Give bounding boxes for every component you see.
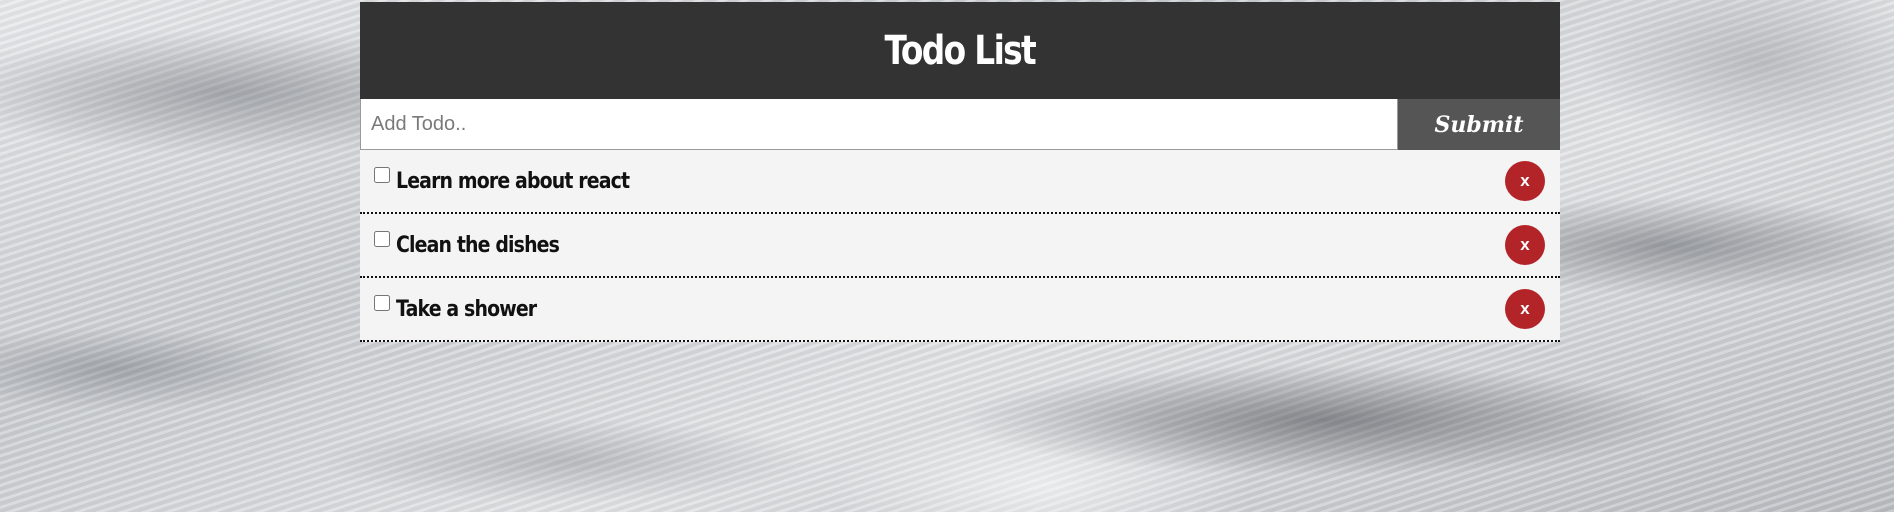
todo-item: Learn more about react x bbox=[360, 150, 1560, 214]
todo-checkbox[interactable] bbox=[374, 295, 390, 311]
app-header: Todo List bbox=[360, 2, 1560, 99]
delete-todo-button[interactable]: x bbox=[1505, 289, 1545, 329]
page-title: Todo List bbox=[884, 27, 1037, 74]
todo-item: Take a shower x bbox=[360, 278, 1560, 342]
delete-todo-button[interactable]: x bbox=[1505, 161, 1545, 201]
todo-label: Learn more about react bbox=[396, 168, 630, 194]
add-todo-input[interactable] bbox=[360, 99, 1398, 150]
todo-checkbox[interactable] bbox=[374, 231, 390, 247]
todo-list: Learn more about react x Clean the dishe… bbox=[360, 150, 1560, 342]
add-todo-form: Submit bbox=[360, 99, 1560, 150]
todo-checkbox[interactable] bbox=[374, 167, 390, 183]
delete-todo-button[interactable]: x bbox=[1505, 225, 1545, 265]
todo-app: Todo List Submit Learn more about react … bbox=[360, 2, 1560, 342]
todo-item: Clean the dishes x bbox=[360, 214, 1560, 278]
submit-button[interactable]: Submit bbox=[1398, 99, 1560, 150]
todo-label: Take a shower bbox=[396, 296, 537, 322]
todo-label: Clean the dishes bbox=[396, 232, 560, 258]
